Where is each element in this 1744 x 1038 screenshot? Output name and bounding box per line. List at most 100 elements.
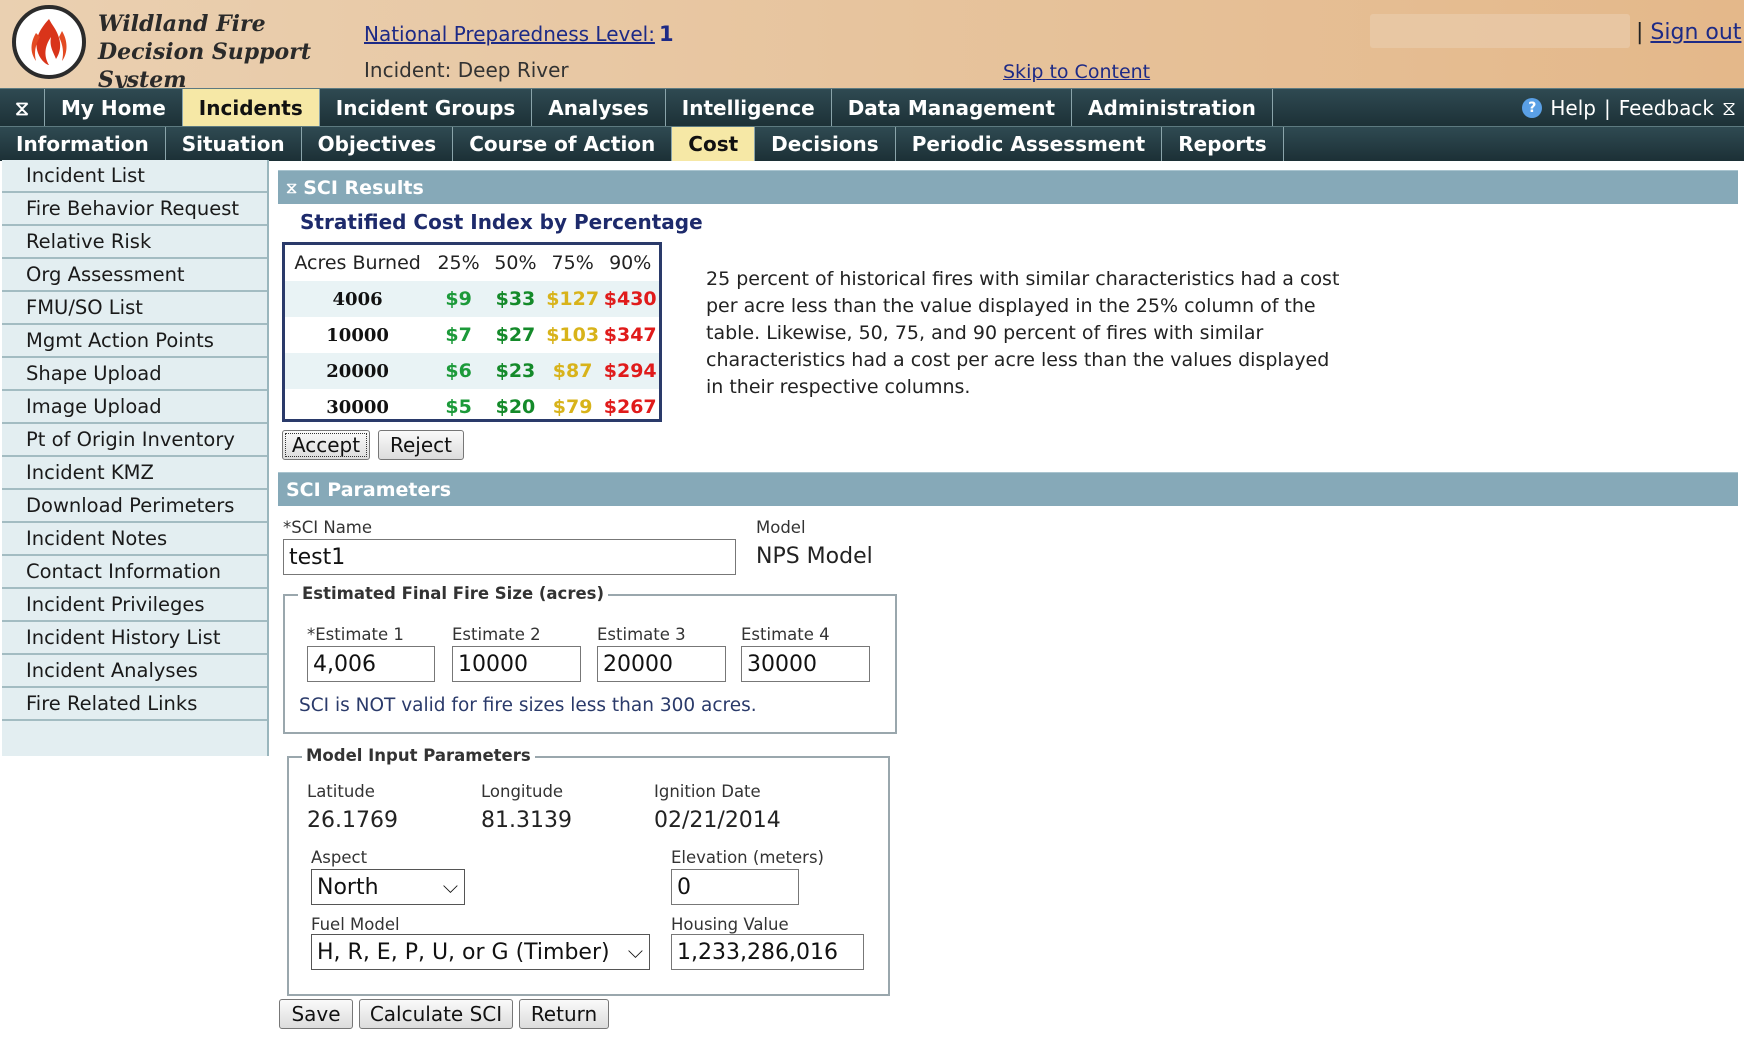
cost-cell: $27 xyxy=(495,324,536,346)
subtab-objectives[interactable]: Objectives xyxy=(302,127,454,161)
sidebar-item-mgmt-action-points[interactable]: Mgmt Action Points xyxy=(2,325,267,358)
aspect-select[interactable]: North ⌵ xyxy=(311,869,465,905)
cost-cell: $267 xyxy=(603,396,657,418)
cost-cell: $6 xyxy=(430,353,488,389)
npl-link[interactable]: National Preparedness Level: xyxy=(364,22,655,46)
help-circle-icon[interactable]: ? xyxy=(1522,98,1543,118)
sidebar-item-org-assessment[interactable]: Org Assessment xyxy=(2,259,267,292)
sidebar-item-fire-related-links[interactable]: Fire Related Links xyxy=(2,688,267,721)
app-title-line1: Wildland Fire xyxy=(98,11,266,37)
signout-link[interactable]: Sign out xyxy=(1650,20,1741,45)
sci-explanation: 25 percent of historical fires with simi… xyxy=(706,268,1340,398)
cost-cell: $430 xyxy=(601,281,659,317)
sidebar-item-relative-risk[interactable]: Relative Risk xyxy=(2,226,267,259)
estimate-1-input[interactable]: 4,006 xyxy=(307,646,435,682)
fuel-model-label: Fuel Model xyxy=(311,915,400,934)
sidebar-item-incident-privileges[interactable]: Incident Privileges xyxy=(2,589,267,622)
subtab-decisions[interactable]: Decisions xyxy=(755,127,896,161)
sidebar-item-fmu-so-list[interactable]: FMU/SO List xyxy=(2,292,267,325)
cost-cell: $9 xyxy=(430,281,488,317)
sidebar-item-shape-upload[interactable]: Shape Upload xyxy=(2,358,267,391)
longitude-value: 81.3139 xyxy=(481,808,572,833)
validity-note: SCI is NOT valid for fire sizes less tha… xyxy=(299,695,757,716)
cost-cell: $20 xyxy=(495,396,536,418)
subtab-periodic-assessment[interactable]: Periodic Assessment xyxy=(896,127,1163,161)
expand-icon[interactable]: ⧖ xyxy=(1722,96,1736,120)
sci-column-header: 75% xyxy=(543,245,602,281)
sidebar-item-image-upload[interactable]: Image Upload xyxy=(2,391,267,424)
cost-cell: $23 xyxy=(487,353,544,389)
flame-logo-icon xyxy=(12,5,86,79)
tab-incidents[interactable]: Incidents xyxy=(182,89,320,127)
subtab-cost[interactable]: Cost xyxy=(672,127,756,161)
sidebar-item-incident-analyses[interactable]: Incident Analyses xyxy=(2,655,267,688)
estimate-2-input[interactable]: 10000 xyxy=(452,646,581,682)
sci-column-header: 90% xyxy=(601,245,659,281)
fuel-model-select[interactable]: H, R, E, P, U, or G (Timber) ⌵ xyxy=(311,934,650,970)
sci-column-header: 25% xyxy=(430,245,488,281)
sci-table: Acres Burned 25% 50% 75% 90% 4006 $9 $33 $127 $4… xyxy=(282,242,662,422)
tab-intelligence[interactable]: Intelligence xyxy=(666,89,832,127)
sci-table-row: 10000 $7 $27 $103 $347 xyxy=(285,317,659,353)
app-title-line2: Decision Support System xyxy=(98,39,311,93)
sci-results-header: ⧖ SCI Results xyxy=(278,170,1738,204)
reject-button[interactable]: Reject xyxy=(378,430,464,460)
sci-name-input[interactable]: test1 xyxy=(283,539,736,575)
tab-data-management[interactable]: Data Management xyxy=(832,89,1073,127)
return-button[interactable]: Return xyxy=(519,999,609,1029)
subtab-course-of-action[interactable]: Course of Action xyxy=(453,127,673,161)
sci-parameters-title: SCI Parameters xyxy=(286,478,452,501)
latitude-label: Latitude xyxy=(307,782,375,801)
acres-burned-cell: 10000 xyxy=(326,324,389,346)
skip-to-content-link[interactable]: Skip to Content xyxy=(1003,61,1150,83)
longitude-label: Longitude xyxy=(481,782,564,801)
sidebar-item-incident-notes[interactable]: Incident Notes xyxy=(2,523,267,556)
tab-administration[interactable]: Administration xyxy=(1072,89,1273,127)
save-button[interactable]: Save xyxy=(279,999,353,1029)
sci-table-caption: Stratified Cost Index by Percentage xyxy=(300,210,703,234)
sci-column-header: 50% xyxy=(487,245,544,281)
app-title: Wildland Fire Decision Support System xyxy=(98,10,358,94)
acres-burned-cell: 4006 xyxy=(285,281,431,317)
sci-parameters-header: SCI Parameters xyxy=(278,472,1738,506)
estimate-3-input[interactable]: 20000 xyxy=(597,646,726,682)
sidebar-item-download-perimeters[interactable]: Download Perimeters xyxy=(2,490,267,523)
collapse-section-icon[interactable]: ⧖ xyxy=(286,178,297,198)
housing-value-input[interactable]: 1,233,286,016 xyxy=(671,934,864,970)
tab-my-home[interactable]: My Home xyxy=(45,89,183,127)
estimate-4-input[interactable]: 30000 xyxy=(741,646,870,682)
app-header: Wildland Fire Decision Support System Na… xyxy=(0,0,1744,93)
signout-separator: | xyxy=(1636,20,1644,45)
sidebar-item-incident-history-list[interactable]: Incident History List xyxy=(2,622,267,655)
feedback-link[interactable]: Feedback xyxy=(1619,96,1714,120)
sidebar-item-pt-of-origin-inventory[interactable]: Pt of Origin Inventory xyxy=(2,424,267,457)
collapse-icon[interactable]: ⧖ xyxy=(0,89,45,127)
cost-cell: $5 xyxy=(445,396,472,418)
tab-incident-groups[interactable]: Incident Groups xyxy=(320,89,533,127)
tab-analyses[interactable]: Analyses xyxy=(532,89,666,127)
sci-table-row: 20000 $6 $23 $87 $294 xyxy=(285,353,659,389)
sidebar-item-incident-list[interactable]: Incident List xyxy=(2,160,267,193)
estimate-4-label: Estimate 4 xyxy=(741,625,830,644)
subtab-reports[interactable]: Reports xyxy=(1162,127,1284,161)
sci-table-row: 30000 $5 $20 $79 $267 xyxy=(285,389,659,425)
model-value: NPS Model xyxy=(756,544,873,569)
subtab-situation[interactable]: Situation xyxy=(166,127,302,161)
elevation-label: Elevation (meters) xyxy=(671,848,824,867)
sidebar-item-incident-kmz[interactable]: Incident KMZ xyxy=(2,457,267,490)
estimate-3-label: Estimate 3 xyxy=(597,625,686,644)
accept-button[interactable]: Accept xyxy=(282,430,370,460)
latitude-value: 26.1769 xyxy=(307,808,398,833)
estimate-2-label: Estimate 2 xyxy=(452,625,541,644)
estimate-1-label: *Estimate 1 xyxy=(307,625,404,644)
cost-cell: $127 xyxy=(543,281,602,317)
sidebar-item-fire-behavior-request[interactable]: Fire Behavior Request xyxy=(2,193,267,226)
fuel-model-value: H, R, E, P, U, or G (Timber) xyxy=(317,939,610,965)
elevation-input[interactable]: 0 xyxy=(671,869,799,905)
help-link[interactable]: Help xyxy=(1550,96,1596,120)
nav-utilities: ? Help | Feedback ⧖ xyxy=(1522,89,1736,127)
subtab-information[interactable]: Information xyxy=(0,127,166,161)
sidebar-item-contact-information[interactable]: Contact Information xyxy=(2,556,267,589)
model-label: Model xyxy=(756,518,806,537)
calculate-sci-button[interactable]: Calculate SCI xyxy=(359,999,513,1029)
